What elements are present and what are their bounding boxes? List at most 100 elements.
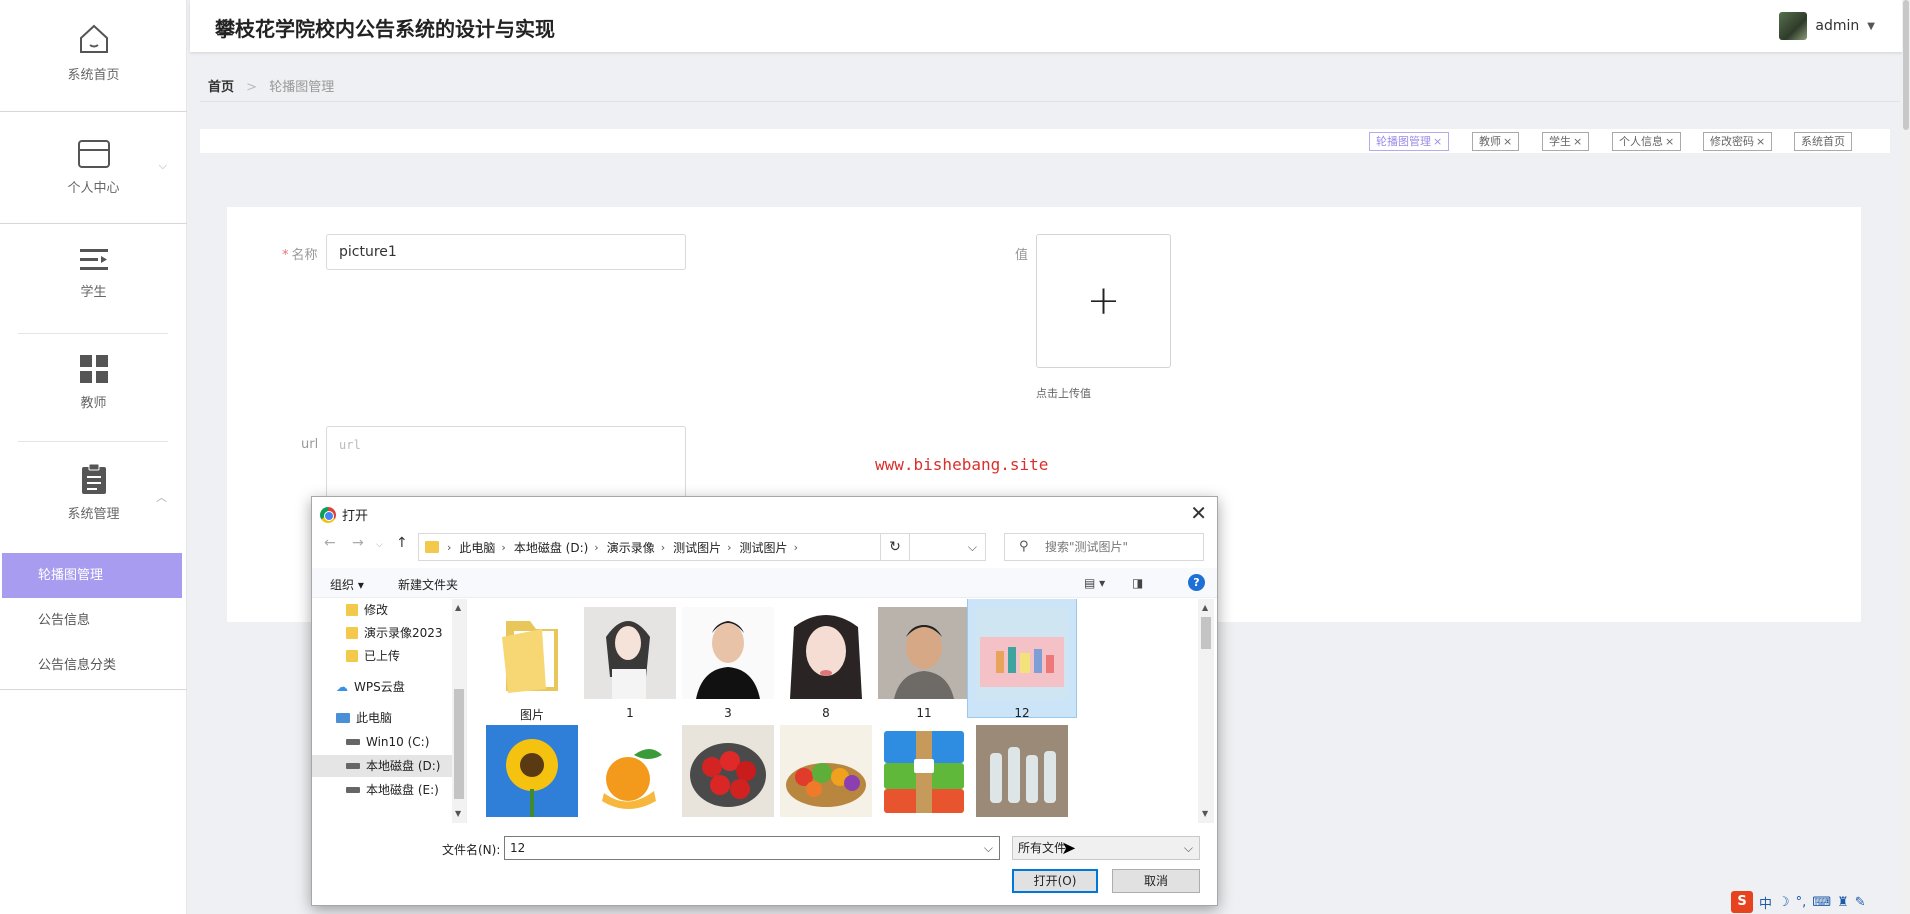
help-icon[interactable]: ? <box>1188 574 1205 591</box>
file-item[interactable]: 8 <box>772 603 880 720</box>
organize-button[interactable]: 组织 ▾ <box>330 576 364 593</box>
filetype-select[interactable]: 所有文件 ⌵ <box>1012 836 1200 860</box>
file-item[interactable] <box>576 721 684 823</box>
back-arrow-icon[interactable]: ← <box>324 535 336 551</box>
sidebar-subitem-announcements[interactable]: 公告信息 <box>2 598 182 643</box>
chevron-up-icon[interactable]: ▲ <box>455 603 461 612</box>
grid-scrollbar[interactable]: ▲ ▼ <box>1198 599 1214 823</box>
sidebar-item-students[interactable]: 学生 <box>0 247 187 300</box>
tree-item[interactable]: 已上传 <box>346 645 400 667</box>
chevron-down-icon[interactable]: ⌵ <box>968 540 977 555</box>
ime-language-icon[interactable]: 中 <box>1759 893 1772 912</box>
path-segment[interactable]: 演示录像 <box>607 539 655 556</box>
tab-label: 系统首页 <box>1801 135 1845 148</box>
file-item-label: 11 <box>916 706 932 720</box>
close-icon[interactable]: ✕ <box>1190 501 1207 525</box>
cancel-button[interactable]: 取消 <box>1112 869 1200 893</box>
tree-item-label: 本地磁盘 (E:) <box>366 783 439 797</box>
close-icon[interactable]: × <box>1433 135 1442 148</box>
file-item[interactable] <box>478 721 586 823</box>
tab-change-password[interactable]: 修改密码 × <box>1703 132 1773 151</box>
tab-system-home[interactable]: 系统首页 <box>1794 132 1852 151</box>
path-segment[interactable]: 本地磁盘 (D:) <box>514 539 588 556</box>
up-arrow-icon[interactable]: ↑ <box>396 535 408 551</box>
filename-input[interactable]: 12 ⌵ <box>504 836 1000 860</box>
file-item[interactable] <box>968 721 1076 823</box>
file-item[interactable] <box>772 721 880 823</box>
url-textarea[interactable]: url <box>326 426 686 506</box>
moon-icon[interactable]: ☽ <box>1778 895 1790 910</box>
tree-item-label: 修改 <box>364 603 389 617</box>
path-segment[interactable]: 此电脑 <box>459 539 495 556</box>
preview-pane-icon[interactable]: ◨ <box>1132 576 1143 590</box>
photo-bottles-icon <box>976 725 1068 817</box>
refresh-icon[interactable]: ↻ <box>880 533 910 561</box>
sidebar-subitem-carousel[interactable]: 轮播图管理 <box>2 553 182 598</box>
scroll-thumb[interactable] <box>1903 0 1909 130</box>
tab-carousel[interactable]: 轮播图管理 × <box>1369 132 1450 151</box>
sidebar-item-label: 系统管理 <box>67 507 120 522</box>
breadcrumb-home[interactable]: 首页 <box>208 80 234 95</box>
folder-icon <box>346 650 358 662</box>
tree-item[interactable]: Win10 (C:) <box>346 731 429 753</box>
chevron-down-icon[interactable]: ▼ <box>1202 809 1208 818</box>
sidebar-subitem-announcement-categories[interactable]: 公告信息分类 <box>2 643 182 688</box>
tree-item-label: 此电脑 <box>356 711 393 725</box>
file-item[interactable]: 1 <box>576 603 684 720</box>
sidebar-item-personal-center[interactable]: 个人中心 ⌵ <box>0 139 187 196</box>
file-item-selected[interactable]: 12 <box>967 599 1077 720</box>
wrench-icon[interactable]: ✎ <box>1855 895 1866 910</box>
tree-scrollbar[interactable]: ▲ ▼ <box>452 599 466 823</box>
chevron-up-icon[interactable]: ▲ <box>1202 603 1208 612</box>
path-segment[interactable]: 测试图片 <box>673 539 721 556</box>
tab-students[interactable]: 学生 × <box>1542 132 1590 151</box>
home-icon <box>79 24 108 53</box>
sogou-ime-icon[interactable]: S <box>1731 891 1753 913</box>
user-menu[interactable]: admin ▼ <box>1779 12 1875 40</box>
new-folder-button[interactable]: 新建文件夹 <box>398 576 458 593</box>
sidebar-item-teachers[interactable]: 教师 <box>0 354 187 411</box>
chevron-down-icon[interactable]: ⌵ <box>376 540 383 550</box>
close-icon[interactable]: × <box>1756 135 1765 148</box>
cloud-icon: ☁ <box>336 680 348 694</box>
tree-item[interactable]: 修改 <box>346 599 388 621</box>
photo-sunflower-icon <box>486 725 578 817</box>
punctuation-icon[interactable]: °, <box>1796 895 1807 910</box>
close-icon[interactable]: × <box>1503 135 1512 148</box>
search-input[interactable]: ⚲ 搜索"测试图片" <box>1004 533 1204 561</box>
sidebar-item-home[interactable]: 系统首页 <box>0 22 187 83</box>
shirt-icon[interactable]: ♜ <box>1837 895 1849 910</box>
tree-item[interactable]: ☁ WPS云盘 <box>336 676 405 698</box>
tree-item-selected[interactable]: 本地磁盘 (D:) <box>312 755 452 777</box>
file-item[interactable] <box>870 721 978 823</box>
close-icon[interactable]: × <box>1665 135 1674 148</box>
tree-item[interactable]: 本地磁盘 (E:) <box>346 779 439 801</box>
path-segment[interactable]: 测试图片 <box>740 539 788 556</box>
scroll-thumb[interactable] <box>1201 617 1211 649</box>
photo-orange-icon <box>584 725 676 817</box>
keyboard-icon[interactable]: ⌨ <box>1812 895 1831 910</box>
tab-personal-info[interactable]: 个人信息 × <box>1612 132 1682 151</box>
file-item[interactable]: 3 <box>674 603 782 720</box>
file-item[interactable] <box>674 721 782 823</box>
page-scrollbar[interactable] <box>1902 0 1910 914</box>
tree-item-label: 已上传 <box>364 649 401 663</box>
forward-arrow-icon[interactable]: → <box>352 535 364 551</box>
close-icon[interactable]: × <box>1573 135 1582 148</box>
chevron-down-icon[interactable]: ⌵ <box>1184 837 1193 859</box>
file-item[interactable]: 11 <box>870 603 978 720</box>
chevron-down-icon[interactable]: ⌵ <box>984 837 993 859</box>
scroll-thumb[interactable] <box>454 689 464 799</box>
name-input[interactable]: picture1 <box>326 234 686 270</box>
clipboard-icon <box>81 463 106 494</box>
chevron-down-icon[interactable]: ▼ <box>455 809 461 818</box>
tree-item[interactable]: 此电脑 <box>336 707 392 729</box>
view-mode-icon[interactable]: ▤ ▾ <box>1084 576 1105 590</box>
open-button[interactable]: 打开(O) <box>1012 869 1098 893</box>
divider <box>0 689 187 690</box>
tree-item[interactable]: 演示录像2023 <box>346 622 443 644</box>
file-item[interactable]: 图片 <box>478 603 586 723</box>
sidebar-item-system-management[interactable]: 系统管理 ︿ <box>0 463 187 522</box>
tab-teachers[interactable]: 教师 × <box>1472 132 1520 151</box>
upload-box[interactable]: + <box>1036 234 1171 368</box>
